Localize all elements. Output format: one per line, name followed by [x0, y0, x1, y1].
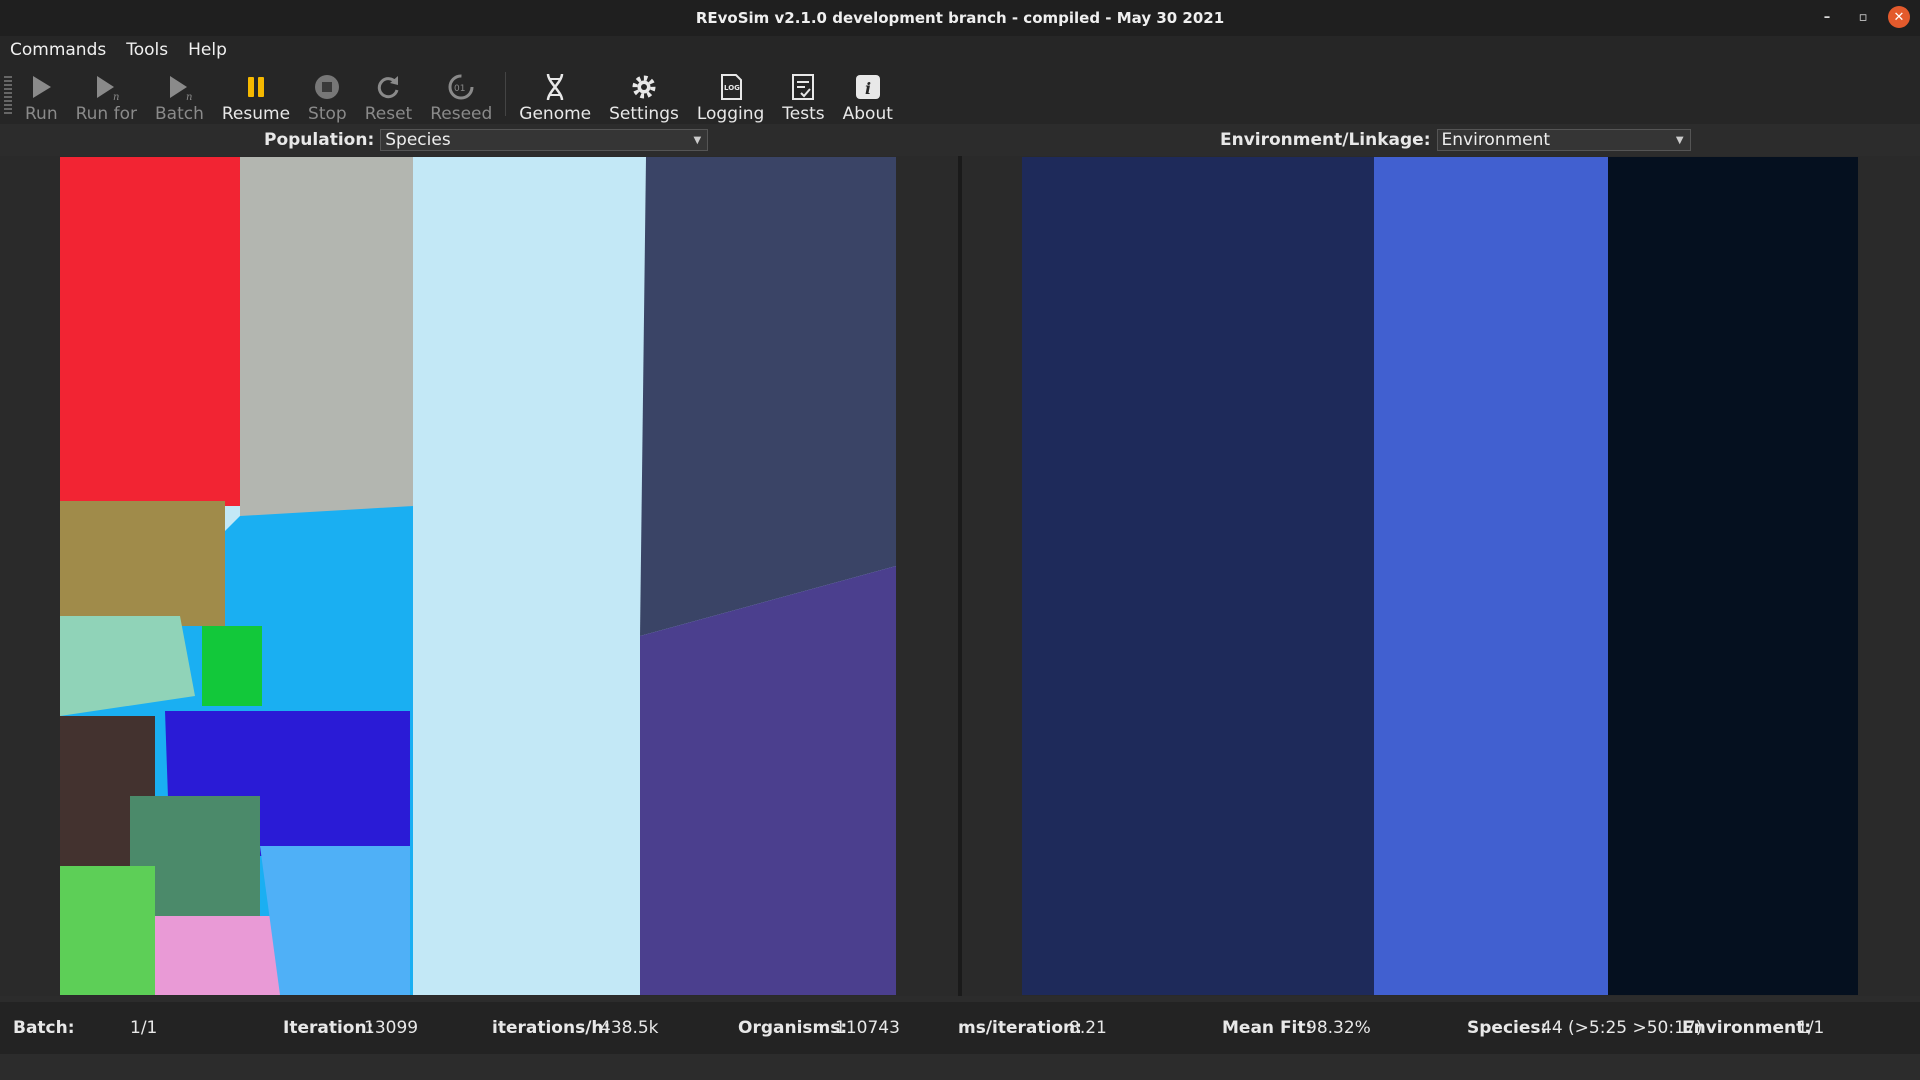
run-for-label: Run for — [75, 104, 137, 124]
maximize-button[interactable]: ▫ — [1852, 6, 1874, 28]
about-button[interactable]: i About — [834, 66, 902, 124]
title-bar: REvoSim v2.1.0 development branch - comp… — [0, 0, 1920, 36]
genome-button[interactable]: Genome — [510, 66, 600, 124]
genome-label: Genome — [519, 104, 592, 124]
population-combo-value: Species — [385, 130, 451, 150]
log-file-icon: LOG — [720, 74, 742, 100]
batch-label: Batch: — [13, 1018, 75, 1038]
stop-label: Stop — [308, 104, 347, 124]
play-icon — [33, 76, 52, 98]
logging-label: Logging — [696, 104, 765, 124]
organisms-label: Organisms: — [738, 1018, 848, 1038]
batch-value: 1/1 — [130, 1018, 158, 1038]
tests-button[interactable]: Tests — [773, 66, 833, 124]
environment-combo-value: Environment — [1441, 130, 1551, 150]
reset-button[interactable]: Reset — [356, 66, 422, 124]
resume-button[interactable]: Resume — [213, 66, 299, 124]
population-label: Population: — [264, 130, 375, 150]
environment-status-value: 1/1 — [1797, 1018, 1825, 1038]
fit-value: 98.32% — [1306, 1018, 1371, 1038]
reset-icon — [378, 76, 399, 99]
red-species-region — [60, 157, 240, 506]
window-title: REvoSim v2.1.0 development branch - comp… — [695, 9, 1225, 27]
tests-label: Tests — [782, 104, 825, 124]
population-header: Population: Species ▼ — [264, 128, 709, 152]
batch-label: Batch — [155, 104, 204, 124]
green-species-region — [202, 626, 262, 706]
svg-text:i: i — [865, 79, 871, 98]
menu-tools[interactable]: Tools — [116, 40, 178, 60]
ms-value: 8.21 — [1069, 1018, 1107, 1038]
minimize-button[interactable]: – — [1816, 6, 1838, 28]
reseed-label: Reseed — [430, 104, 493, 124]
iteration-label: Iteration: — [283, 1018, 374, 1038]
pink-species-region — [155, 916, 280, 995]
grey-species-region — [240, 157, 413, 526]
menu-commands[interactable]: Commands — [0, 40, 116, 60]
logging-button[interactable]: LOG Logging — [688, 66, 773, 124]
population-grid[interactable] — [0, 156, 958, 996]
environment-header: Environment/Linkage: Environment ▼ — [1220, 128, 1691, 152]
lightblue-species-region — [260, 846, 410, 995]
svg-text:01: 01 — [454, 84, 465, 94]
purple-species-region — [640, 566, 896, 995]
environment-status-label: Environment: — [1682, 1018, 1812, 1038]
fit-label: Mean Fit: — [1222, 1018, 1313, 1038]
dna-icon — [546, 73, 564, 101]
reset-label: Reset — [364, 104, 413, 124]
pause-icon — [247, 77, 264, 97]
rate-value: 438.5k — [600, 1018, 659, 1038]
olive-species-region — [60, 501, 225, 626]
reseed-button[interactable]: 01 Reseed — [421, 66, 501, 124]
stop-icon — [315, 75, 340, 99]
resume-label: Resume — [221, 104, 291, 124]
stop-button[interactable]: Stop — [299, 66, 356, 124]
ms-label: ms/iteration: — [958, 1018, 1082, 1038]
chevron-down-icon: ▼ — [1675, 134, 1684, 146]
env-band-black — [1608, 157, 1858, 995]
run-for-button[interactable]: n Run for — [67, 66, 146, 124]
batch-icon: n — [170, 76, 193, 101]
info-icon: i — [855, 75, 880, 99]
menu-bar: Commands Tools Help — [0, 36, 1920, 64]
env-band-dark — [1022, 157, 1374, 995]
svg-text:n: n — [186, 92, 192, 101]
toolbar: Run n Run for n Batch Resume Stop Reset … — [0, 64, 1920, 124]
env-band-blue — [1374, 157, 1608, 995]
environment-grid[interactable] — [962, 156, 1920, 996]
species-label: Species: — [1467, 1018, 1548, 1038]
play-n-icon: n — [97, 76, 120, 101]
environment-combo[interactable]: Environment ▼ — [1436, 129, 1691, 151]
run-button[interactable]: Run — [16, 66, 67, 124]
environment-pane — [962, 156, 1920, 996]
slate-species-region — [640, 157, 896, 636]
svg-text:n: n — [113, 92, 119, 101]
checklist-icon — [792, 74, 815, 100]
menu-help[interactable]: Help — [178, 40, 237, 60]
batch-button[interactable]: n Batch — [146, 66, 213, 124]
toolbar-grip[interactable] — [4, 76, 12, 116]
reseed-icon: 01 — [448, 74, 474, 100]
close-button[interactable]: ✕ — [1888, 6, 1910, 28]
organisms-value: 110743 — [835, 1018, 900, 1038]
chevron-down-icon: ▼ — [693, 134, 702, 146]
toolbar-separator — [505, 72, 507, 116]
gear-icon — [632, 75, 656, 99]
iteration-value: 13099 — [364, 1018, 419, 1038]
run-label: Run — [25, 104, 58, 124]
lime-species-region — [60, 866, 155, 995]
svg-text:LOG: LOG — [724, 84, 740, 92]
population-combo[interactable]: Species ▼ — [380, 129, 709, 151]
population-pane — [0, 156, 958, 996]
species-value: 44 (>5:25 >50:17) — [1541, 1018, 1703, 1038]
settings-button[interactable]: Settings — [600, 66, 688, 124]
bottom-strip — [0, 1054, 1920, 1080]
environment-label: Environment/Linkage: — [1220, 130, 1431, 150]
about-label: About — [842, 104, 893, 124]
rate-label: iterations/h: — [492, 1018, 611, 1038]
status-bar: Batch: 1/1 Iteration: 13099 iterations/h… — [0, 1002, 1920, 1054]
settings-label: Settings — [609, 104, 679, 124]
